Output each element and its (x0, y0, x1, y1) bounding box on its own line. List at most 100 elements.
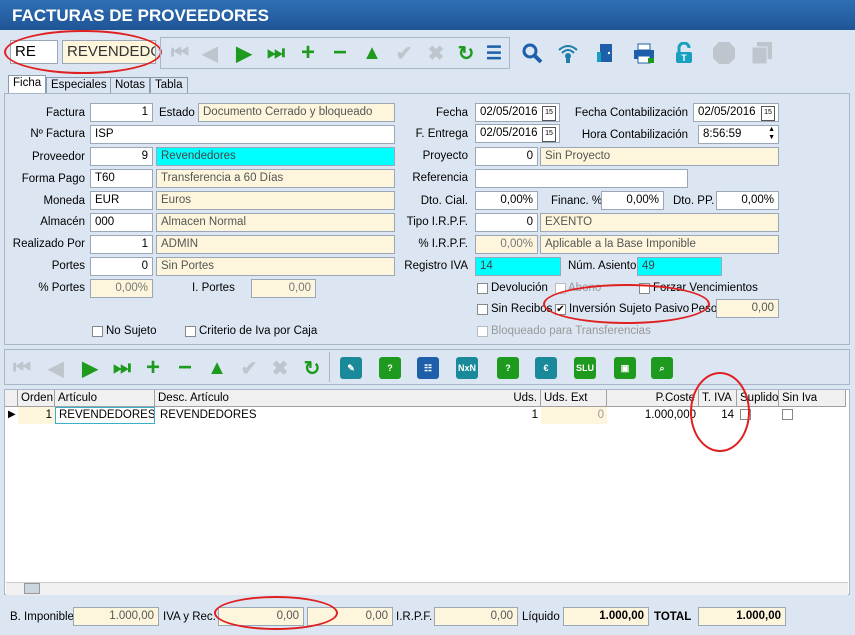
proveedor-label: Proveedor (31, 151, 85, 163)
grid-header-sin-iva[interactable]: Sin Iva (779, 390, 846, 407)
edit-record-icon[interactable]: ▲ (360, 41, 384, 65)
delete-line-icon[interactable]: − (173, 354, 197, 381)
dto-pp-field[interactable]: 0,00% (716, 191, 779, 210)
refresh-icon[interactable]: ↻ (454, 41, 478, 65)
signal-icon[interactable] (556, 41, 580, 65)
refresh-lines-icon[interactable]: ↻ (300, 356, 324, 380)
transport-icon[interactable]: ▣ (614, 357, 636, 379)
proyecto-code-field[interactable]: 0 (475, 147, 538, 166)
scrollbar-thumb[interactable] (24, 583, 40, 594)
annotation-circle-iva (214, 596, 338, 630)
exit-door-icon[interactable] (594, 41, 618, 65)
last-line-icon[interactable]: ⏭ (110, 356, 134, 380)
f-entrega-field[interactable]: 02/05/2016 15 (475, 124, 560, 143)
tab-especiales[interactable]: Especiales (46, 77, 112, 94)
proveedor-code-field[interactable]: 9 (90, 147, 153, 166)
horizontal-scrollbar[interactable] (6, 582, 848, 595)
b-imponible-label: B. Imponible (10, 611, 74, 623)
hierarchy-icon[interactable]: ☷ (417, 357, 439, 379)
search-lines-icon[interactable]: ⌕ (651, 357, 673, 379)
peso-field[interactable]: 0,00 (716, 299, 779, 318)
grid-cell-uds-ext[interactable]: 0 (541, 407, 607, 424)
forma-pago-label: Forma Pago (21, 173, 85, 185)
cancel-icon[interactable]: ✖ (424, 41, 448, 65)
edit-line-icon[interactable]: ▲ (205, 356, 229, 380)
first-record-icon[interactable]: ⏮ (168, 41, 192, 65)
previous-record-icon[interactable]: ◀ (198, 41, 222, 65)
grid-cell-desc[interactable]: REVENDEDORES (157, 407, 457, 424)
financ-label: Financ. % (551, 195, 603, 207)
lock-icon[interactable]: T (672, 41, 696, 65)
financ-field[interactable]: 0,00% (601, 191, 664, 210)
bloqueado-checkbox (477, 326, 488, 337)
referencia-field[interactable] (475, 169, 688, 188)
copy-icon[interactable] (750, 41, 774, 65)
last-record-icon[interactable]: ⏭ (264, 41, 288, 65)
dto-cial-field[interactable]: 0,00% (475, 191, 538, 210)
delete-record-icon[interactable]: − (328, 39, 352, 66)
sin-recibos-checkbox[interactable] (477, 304, 488, 315)
portes-code-field[interactable]: 0 (90, 257, 153, 276)
grid-header-orden[interactable]: Orden (18, 390, 55, 407)
help-icon[interactable]: ? (379, 357, 401, 379)
grid-header-uds-ext[interactable]: Uds. Ext (541, 390, 607, 407)
next-record-icon[interactable]: ▶ (232, 41, 256, 65)
realizado-name-field: ADMIN (156, 235, 395, 254)
tab-ficha[interactable]: Ficha (8, 75, 47, 94)
calendar-icon[interactable]: 15 (761, 106, 775, 121)
devolucion-label: Devolución (491, 282, 548, 294)
confirm-icon[interactable]: ✔ (392, 41, 416, 65)
slu-icon[interactable]: SLU (574, 357, 596, 379)
list-view-icon[interactable]: ☰ (482, 41, 506, 65)
currency-icon[interactable]: € (535, 357, 557, 379)
print-icon[interactable] (632, 41, 656, 65)
moneda-name-field: Euros (156, 191, 395, 210)
spinner-icon[interactable]: ▲ ▼ (768, 126, 775, 142)
n-factura-field[interactable]: ISP (90, 125, 395, 144)
tab-notas[interactable]: Notas (110, 77, 151, 94)
confirm-line-icon[interactable]: ✔ (237, 356, 261, 380)
f-entrega-value: 02/05/2016 (480, 127, 538, 139)
bloqueado-label: Bloqueado para Transferencias (491, 325, 651, 337)
moneda-code-field[interactable]: EUR (90, 191, 153, 210)
estado-label: Estado (159, 107, 195, 119)
search-icon[interactable] (520, 41, 544, 65)
estado-field: Documento Cerrado y bloqueado (198, 103, 395, 122)
proveedor-name-field: Revendedores (156, 147, 395, 166)
devolucion-checkbox[interactable] (477, 283, 488, 294)
realizado-code-field[interactable]: 1 (90, 235, 153, 254)
grid-cell-sin-iva-checkbox[interactable] (782, 409, 793, 420)
window-title: FACTURAS DE PROVEEDORES (0, 0, 855, 30)
first-line-icon[interactable]: ⏮ (10, 356, 34, 380)
nxn-icon[interactable]: NxN (456, 357, 478, 379)
calendar-icon[interactable]: 15 (542, 127, 556, 142)
grid-cell-p-coste[interactable]: 1.000,000 (607, 407, 699, 424)
no-sujeto-checkbox[interactable] (92, 326, 103, 337)
edit-document-icon[interactable]: ✎ (340, 357, 362, 379)
almacen-code-field[interactable]: 000 (90, 213, 153, 232)
grid-cell-uds[interactable]: 1 (474, 407, 541, 424)
grid-cell-orden[interactable]: 1 (18, 407, 55, 424)
fecha-field[interactable]: 02/05/2016 15 (475, 103, 560, 122)
tab-tabla[interactable]: Tabla (150, 77, 188, 94)
row-selector-icon[interactable]: ▶ (5, 407, 18, 424)
criterio-iva-checkbox[interactable] (185, 326, 196, 337)
forma-pago-code-field[interactable]: T60 (90, 169, 153, 188)
previous-line-icon[interactable]: ◀ (44, 356, 68, 380)
grid-header-articulo[interactable]: Artículo (55, 390, 155, 407)
cancel-line-icon[interactable]: ✖ (268, 356, 292, 380)
add-line-icon[interactable]: + (141, 354, 165, 381)
tipo-irpf-code-field[interactable]: 0 (475, 213, 538, 232)
hora-cont-field[interactable]: 8:56:59 ▲ ▼ (698, 125, 779, 144)
calendar-icon[interactable]: 15 (542, 106, 556, 121)
fecha-cont-field[interactable]: 02/05/2016 15 (693, 103, 779, 122)
next-line-icon[interactable]: ▶ (78, 356, 102, 380)
tipo-irpf-label: Tipo I.R.P.F. (406, 216, 468, 228)
grid-header-uds[interactable]: Uds. (474, 390, 541, 407)
add-record-icon[interactable]: + (296, 39, 320, 66)
help-list-icon[interactable]: ? (497, 357, 519, 379)
grid-cell-articulo[interactable]: REVENDEDORES (55, 407, 155, 424)
stop-icon[interactable] (712, 41, 736, 65)
grid-header-p-coste[interactable]: P.Coste (607, 390, 699, 407)
factura-field[interactable]: 1 (90, 103, 153, 122)
